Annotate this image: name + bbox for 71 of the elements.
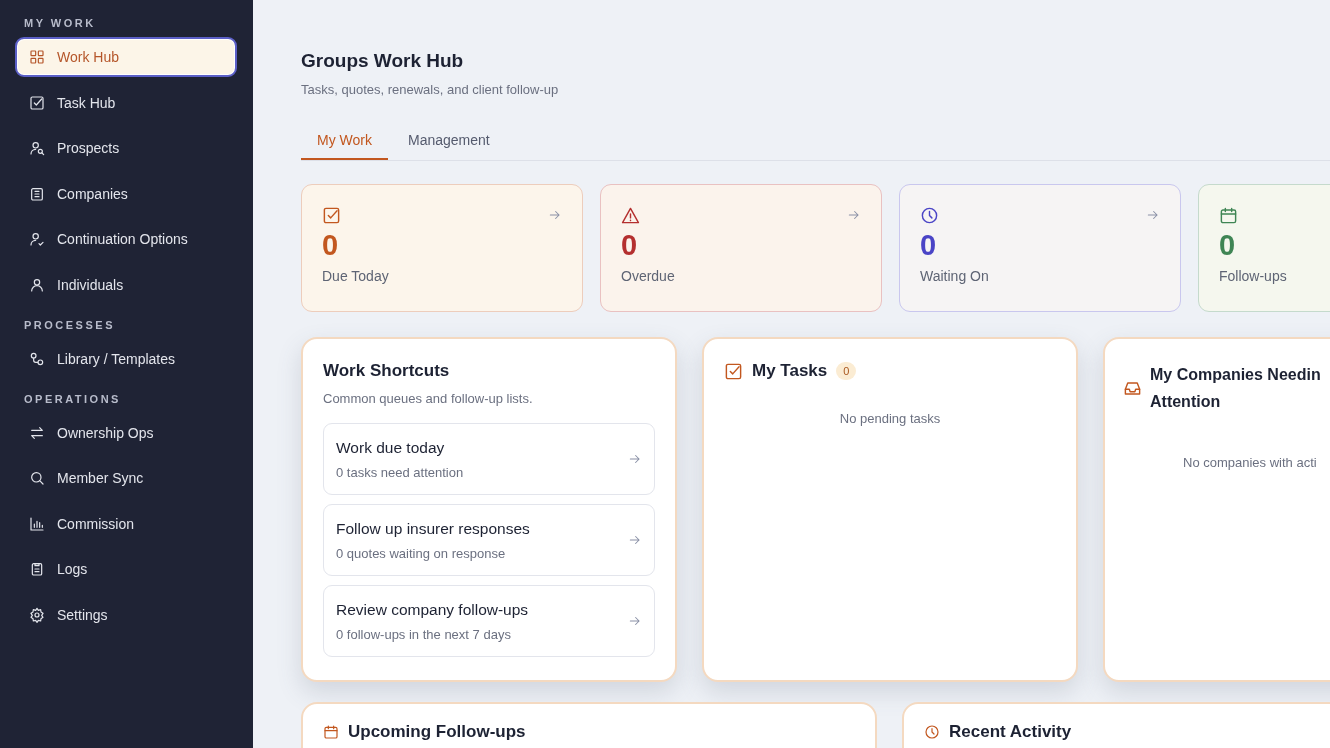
stat-card[interactable]: 0 Overdue	[600, 184, 882, 312]
stat-value: 0	[920, 229, 938, 262]
panel-subtitle: Common queues and follow-up lists.	[323, 391, 534, 406]
nav-item[interactable]: Task Hub	[15, 82, 237, 123]
panel-title: My Companies Needin Attention	[1150, 365, 1321, 412]
stat-label: Waiting On	[920, 268, 990, 284]
nodes-icon	[29, 350, 45, 367]
panel-title: Recent Activity	[949, 722, 1072, 742]
arrow-right-icon	[628, 533, 642, 547]
bar-chart-icon	[29, 515, 45, 532]
clock-icon	[920, 205, 939, 225]
building-icon	[29, 185, 45, 202]
page-title: Groups Work Hub	[301, 50, 465, 72]
page-subtitle: Tasks, quotes, renewals, and client follow-up	[301, 82, 560, 97]
shortcut-title: Review company follow-ups	[336, 600, 529, 619]
warning-icon	[621, 205, 640, 225]
settings-icon	[29, 606, 45, 623]
panel-title: Upcoming Follow-ups	[348, 722, 526, 742]
empty-message: No pending tasks	[838, 411, 942, 426]
nav-item[interactable]: Prospects	[15, 128, 237, 168]
swap-arrows-icon	[29, 424, 45, 441]
shortcut-subtitle: 0 follow-ups in the next 7 days	[336, 626, 512, 642]
nav-item[interactable]: Ownership Ops	[15, 412, 237, 453]
clipboard-icon	[29, 561, 45, 577]
section-heading: PROCESSES	[24, 318, 116, 331]
stat-label: Due Today	[322, 268, 390, 284]
arrow-right-icon	[628, 452, 642, 466]
shortcut-item[interactable]: Follow up insurer responses 0 quotes waiting on response	[323, 504, 655, 576]
nav-item[interactable]: Companies	[15, 173, 237, 214]
calendar-icon	[1219, 205, 1238, 225]
shortcut-item[interactable]: Work due today 0 tasks need attention	[323, 423, 655, 495]
stat-label: Follow-ups	[1219, 268, 1288, 284]
stat-value: 0	[322, 229, 340, 262]
panel-title: My Tasks	[752, 361, 828, 381]
stat-label: Overdue	[621, 268, 676, 284]
shortcut-subtitle: 0 quotes waiting on response	[336, 545, 507, 561]
stat-card[interactable]: 0 Follow-ups	[1198, 184, 1330, 312]
stat-value: 0	[1219, 229, 1237, 262]
checkbox-icon	[29, 94, 45, 111]
calendar-icon	[323, 724, 339, 740]
person-check-icon	[29, 231, 45, 247]
grid-icon	[29, 49, 45, 65]
checkbox-icon	[724, 361, 743, 381]
stat-card[interactable]: 0 Waiting On	[899, 184, 1181, 312]
search-icon	[29, 470, 45, 486]
count-badge: 0	[836, 362, 857, 380]
shortcut-item[interactable]: Review company follow-ups 0 follow-ups in the next 7 days	[323, 585, 655, 657]
nav-item[interactable]: Logs	[15, 549, 237, 589]
shortcut-title: Follow up insurer responses	[336, 519, 530, 538]
panel-title: Work Shortcuts	[323, 361, 451, 381]
arrow-right-icon	[628, 614, 642, 628]
clock-icon	[924, 724, 940, 740]
stat-value: 0	[621, 229, 639, 262]
shortcut-subtitle: 0 tasks need attention	[336, 464, 464, 480]
nav-item[interactable]: Individuals	[15, 264, 237, 305]
nav-item[interactable]: Work Hub	[15, 37, 237, 77]
stat-card[interactable]: 0 Due Today	[301, 184, 583, 312]
person-search-icon	[29, 140, 45, 156]
section-heading: OPERATIONS	[24, 392, 122, 405]
nav-item[interactable]: Settings	[15, 594, 237, 635]
tab[interactable]: My Work	[301, 124, 388, 160]
nav-item[interactable]: Library / Templates	[15, 338, 237, 379]
section-heading: MY WORK	[24, 17, 97, 29]
shortcut-title: Work due today	[336, 438, 446, 457]
empty-message: No companies with acti	[1182, 455, 1318, 470]
nav-item[interactable]: Commission	[15, 503, 237, 544]
tab[interactable]: Management	[391, 124, 506, 160]
nav-item[interactable]: Member Sync	[15, 458, 237, 498]
person-icon	[29, 276, 45, 293]
nav-item[interactable]: Continuation Options	[15, 219, 237, 259]
checkbox-icon	[322, 205, 341, 225]
